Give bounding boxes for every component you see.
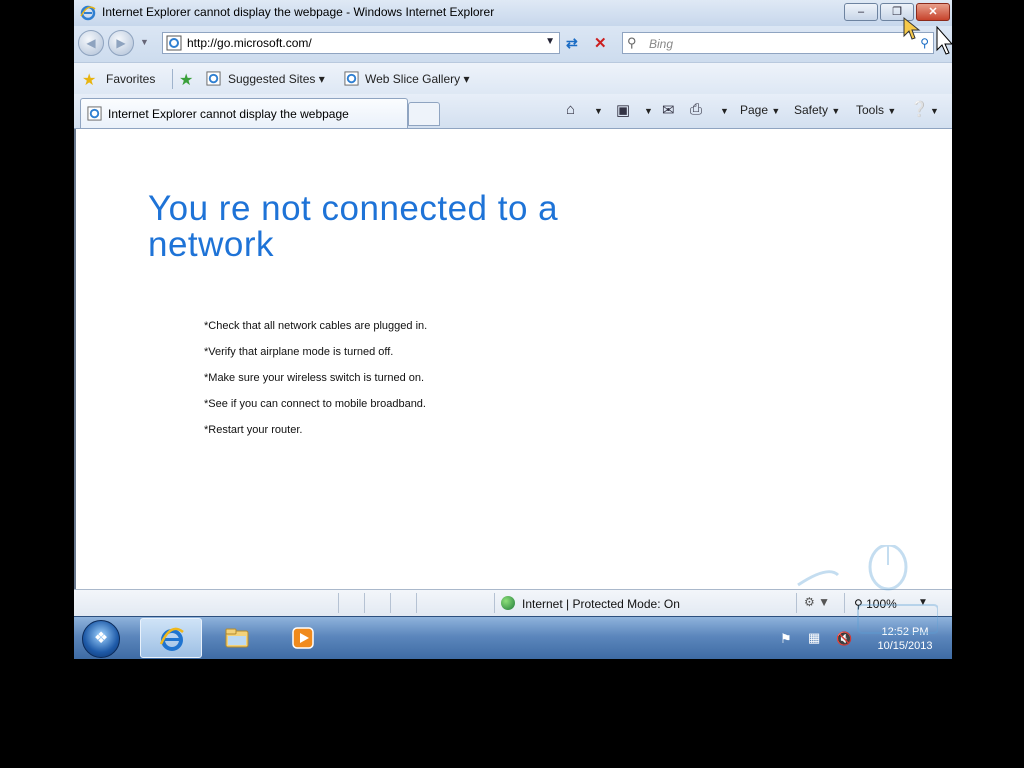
search-provider-icon: ⚲	[627, 35, 637, 50]
back-arrow-icon: ◀	[86, 36, 96, 50]
address-url[interactable]: http://go.microsoft.com/	[187, 36, 312, 50]
divider	[172, 69, 173, 89]
media-player-icon	[292, 627, 314, 649]
page-content: You re not connected to a network *Check…	[74, 129, 952, 589]
taskbar-windows-explorer[interactable]	[206, 618, 268, 658]
feeds-dropdown[interactable]: ▼	[644, 103, 653, 117]
window-title: Internet Explorer cannot display the web…	[102, 5, 495, 19]
security-zone-label[interactable]: Internet | Protected Mode: On	[522, 597, 680, 611]
print-icon[interactable]: ⎙	[690, 101, 702, 118]
page-icon	[166, 35, 182, 51]
home-icon[interactable]: ⌂	[566, 101, 575, 118]
ie-logo-icon	[159, 627, 184, 651]
safety-menu-label: Safety	[794, 103, 829, 117]
page-menu-label: Page	[740, 103, 769, 117]
tools-menu[interactable]: Tools ▼	[856, 103, 896, 117]
ie-logo-icon	[80, 5, 96, 21]
list-item: *Make sure your wireless switch is turne…	[204, 372, 425, 384]
internet-zone-icon	[501, 596, 515, 610]
list-item: *Verify that airplane mode is turned off…	[204, 346, 394, 358]
help-icon[interactable]: ❔	[910, 100, 929, 118]
new-tab-button[interactable]	[408, 102, 440, 126]
divider	[390, 593, 391, 613]
divider	[364, 593, 365, 613]
refresh-icon[interactable]: ⇄	[566, 35, 578, 52]
minimize-icon: –	[857, 6, 865, 18]
favorites-bar: ★ Favorites ★ Suggested Sites ▾ Web Slic…	[74, 62, 952, 95]
hand-cursor-icon	[903, 16, 921, 40]
add-to-favorites-bar-icon[interactable]: ★	[179, 70, 193, 90]
suggested-sites-link[interactable]: Suggested Sites ▾	[228, 72, 325, 86]
divider	[416, 593, 417, 613]
stop-icon[interactable]: ✕	[594, 34, 607, 52]
windows-logo-icon: ❖	[93, 630, 109, 647]
forward-button[interactable]: ▶	[108, 30, 134, 56]
search-placeholder[interactable]: Bing	[649, 37, 673, 51]
back-button[interactable]: ◀	[78, 30, 104, 56]
list-item: *Restart your router.	[204, 424, 303, 436]
address-dropdown-icon[interactable]: ▼	[545, 36, 555, 47]
divider	[338, 593, 339, 613]
mouse-watermark-icon	[797, 545, 938, 634]
tools-menu-label: Tools	[856, 103, 885, 117]
web-slice-gallery-link[interactable]: Web Slice Gallery ▾	[365, 72, 470, 86]
list-item: *Check that all network cables are plugg…	[204, 320, 428, 332]
troubleshooting-list: *Check that all network cables are plugg…	[204, 313, 427, 443]
forward-arrow-icon: ▶	[116, 36, 126, 50]
title-bar: Internet Explorer cannot display the web…	[74, 0, 952, 27]
print-dropdown[interactable]: ▼	[720, 103, 729, 117]
favorites-star-icon[interactable]: ★	[82, 70, 96, 90]
tab-title: Internet Explorer cannot display the web…	[108, 107, 349, 121]
taskbar-internet-explorer[interactable]	[140, 618, 202, 658]
folder-icon	[225, 628, 249, 648]
safety-menu[interactable]: Safety ▼	[794, 103, 840, 117]
read-mail-icon[interactable]: ✉	[662, 101, 675, 119]
clock-date: 10/15/2013	[877, 640, 933, 652]
taskbar-media-player[interactable]	[272, 618, 334, 658]
favorites-button[interactable]: Favorites	[106, 72, 155, 86]
recent-pages-dropdown[interactable]: ▼	[140, 37, 149, 47]
page-menu[interactable]: Page ▼	[740, 103, 780, 117]
address-bar[interactable]: http://go.microsoft.com/ ▼	[162, 32, 560, 54]
feeds-icon[interactable]: ▣	[616, 101, 630, 119]
divider	[494, 593, 495, 613]
ie-page-icon	[344, 71, 359, 86]
minimize-button[interactable]: –	[844, 3, 878, 21]
error-title: You re not connected to a network	[148, 189, 559, 264]
start-button[interactable]: ❖	[82, 620, 120, 658]
home-dropdown[interactable]: ▼	[594, 103, 603, 117]
help-dropdown[interactable]: ▼	[930, 103, 939, 117]
ie-page-icon	[87, 106, 102, 121]
address-row: ◀ ▶ ▼ http://go.microsoft.com/ ▼ ⇄ ✕ ⚲ B…	[74, 26, 952, 62]
ie-page-icon	[206, 71, 221, 86]
tab-active[interactable]: Internet Explorer cannot display the web…	[80, 98, 408, 128]
search-box[interactable]: ⚲ Bing ⚲	[622, 32, 934, 54]
mouse-pointer-icon	[936, 26, 954, 55]
list-item: *See if you can connect to mobile broadb…	[204, 398, 426, 410]
tab-row: Internet Explorer cannot display the web…	[74, 94, 952, 129]
